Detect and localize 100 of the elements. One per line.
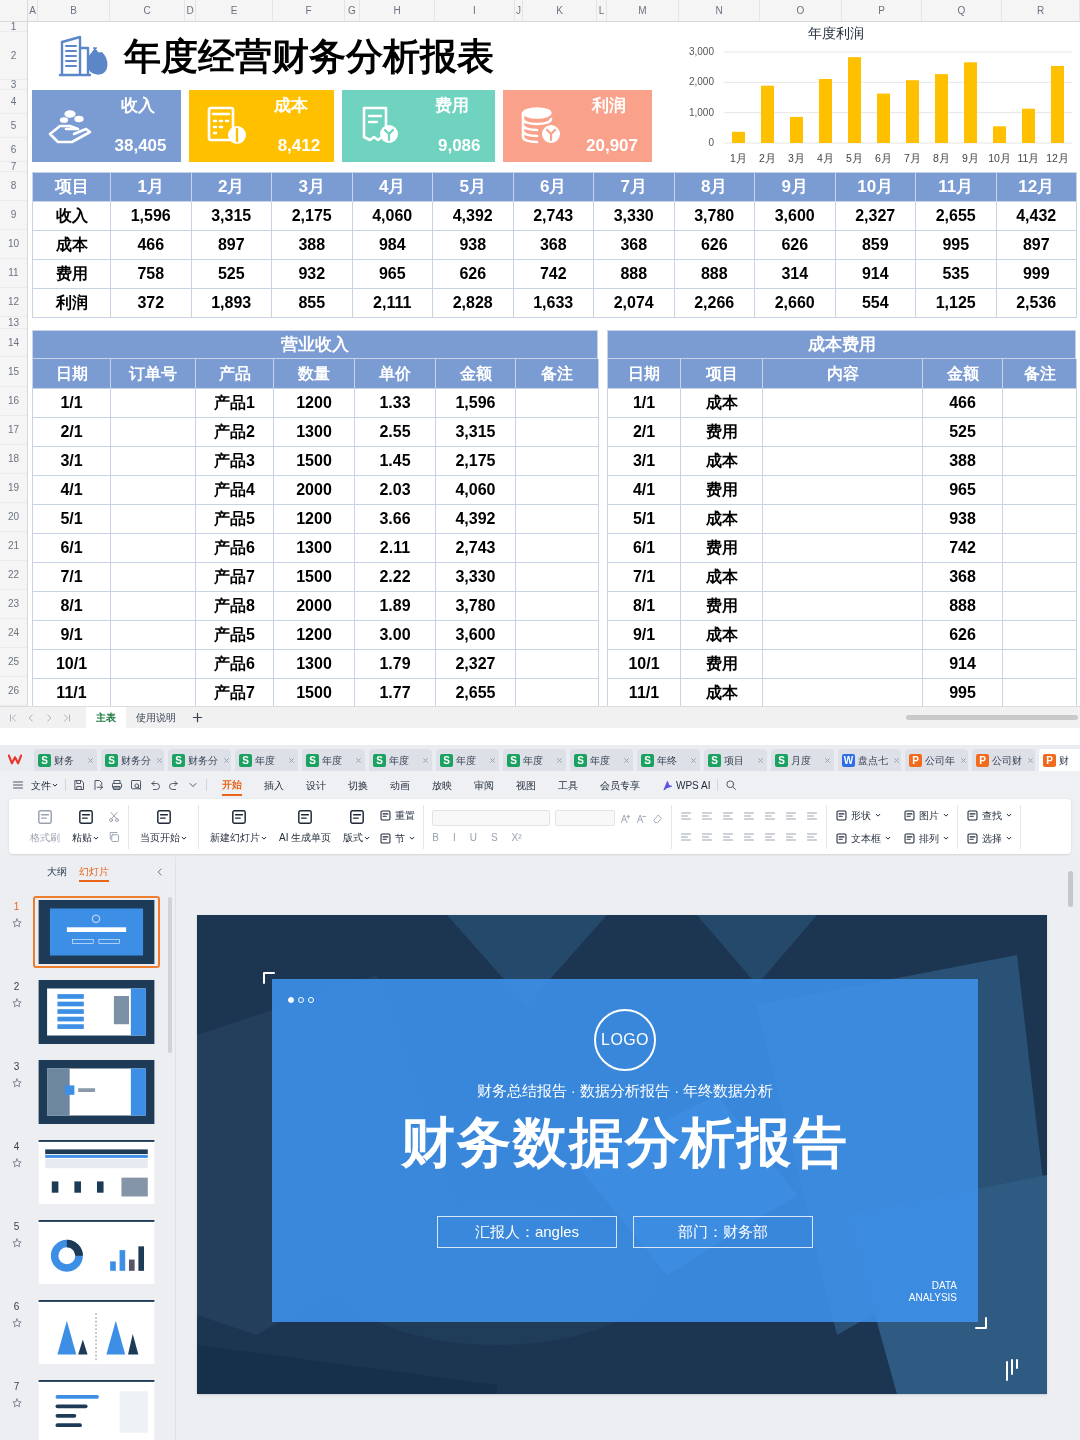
close-icon[interactable]: [557, 757, 562, 763]
ribbon-button[interactable]: 排列: [903, 830, 950, 846]
row-number[interactable]: 6: [0, 138, 27, 162]
close-icon[interactable]: [758, 757, 763, 763]
save-icon[interactable]: [73, 779, 85, 791]
last-sheet-icon[interactable]: [62, 712, 72, 723]
ribbon-tab[interactable]: 开始: [222, 774, 242, 796]
close-icon[interactable]: [1028, 757, 1033, 763]
ribbon-tab[interactable]: 视图: [516, 774, 536, 796]
row-number[interactable]: 7: [0, 162, 27, 172]
row-number[interactable]: 11: [0, 259, 27, 288]
close-icon[interactable]: [490, 757, 495, 763]
ribbon-tab[interactable]: 工具: [558, 774, 578, 796]
row-number[interactable]: 9: [0, 201, 27, 230]
column-header[interactable]: H: [360, 0, 435, 21]
panel-tab[interactable]: 幻灯片: [78, 864, 109, 882]
document-tab[interactable]: S 项目: [704, 749, 767, 771]
grow-font-icon[interactable]: [620, 812, 632, 824]
file-menu[interactable]: 文件: [31, 777, 58, 793]
first-sheet-icon[interactable]: [8, 712, 18, 723]
document-tab[interactable]: W 盘点七: [838, 749, 901, 771]
column-header[interactable]: N: [679, 0, 760, 21]
column-header[interactable]: A: [28, 0, 38, 21]
redo-icon[interactable]: [168, 779, 180, 791]
close-icon[interactable]: [289, 757, 294, 763]
column-header[interactable]: O: [760, 0, 842, 21]
ribbon-tab[interactable]: WPS AI: [662, 774, 711, 796]
close-icon[interactable]: [157, 757, 162, 763]
close-icon[interactable]: [356, 757, 361, 763]
ribbon-tab[interactable]: 切换: [348, 774, 368, 796]
ribbon-button[interactable]: 选择: [966, 830, 1013, 846]
sheet-tab[interactable]: 主表: [86, 707, 126, 728]
ribbon-button[interactable]: 版式: [340, 808, 374, 845]
close-icon[interactable]: [224, 757, 229, 763]
search-icon[interactable]: [725, 779, 738, 791]
row-number[interactable]: 5: [0, 114, 27, 138]
column-header[interactable]: R: [1002, 0, 1080, 21]
ribbon-button[interactable]: 重置: [379, 807, 416, 823]
menu-icon[interactable]: [12, 779, 24, 791]
column-header[interactable]: E: [196, 0, 273, 21]
column-header[interactable]: F: [273, 0, 345, 21]
ribbon-button[interactable]: 形状: [835, 807, 892, 823]
scrollbar[interactable]: [906, 715, 1078, 720]
row-number[interactable]: 2: [0, 32, 27, 80]
scrollbar[interactable]: [1068, 871, 1073, 907]
row-number[interactable]: 16: [0, 387, 27, 416]
document-tab[interactable]: S 财务: [34, 749, 97, 771]
ribbon-button[interactable]: 节: [379, 830, 416, 846]
preview-icon[interactable]: [130, 779, 142, 791]
row-number[interactable]: 21: [0, 532, 27, 561]
ribbon-button[interactable]: 粘贴: [69, 808, 102, 845]
document-tab[interactable]: S 年度: [570, 749, 633, 771]
ribbon-tab[interactable]: 设计: [306, 774, 326, 796]
ribbon-tab[interactable]: 审阅: [474, 774, 494, 796]
document-tab[interactable]: S 年度: [436, 749, 499, 771]
print-icon[interactable]: [111, 779, 123, 791]
row-number[interactable]: 24: [0, 619, 27, 648]
column-header[interactable]: M: [607, 0, 679, 21]
row-number[interactable]: 15: [0, 357, 27, 387]
column-header[interactable]: D: [185, 0, 196, 21]
row-number[interactable]: 18: [0, 445, 27, 474]
ribbon-tab[interactable]: 放映: [432, 774, 452, 796]
ribbon-tab[interactable]: 会员专享: [600, 774, 640, 796]
slide-thumbnail[interactable]: [33, 896, 160, 968]
document-tab[interactable]: P 财: [1039, 749, 1080, 771]
column-header[interactable]: C: [110, 0, 185, 21]
ribbon-button[interactable]: AI 生成单页: [276, 808, 335, 845]
app-logo-icon[interactable]: [8, 752, 22, 766]
scissors-icon[interactable]: [108, 810, 120, 823]
star-icon[interactable]: [11, 1318, 22, 1328]
row-number[interactable]: 20: [0, 503, 27, 532]
column-header[interactable]: Q: [922, 0, 1002, 21]
column-header[interactable]: I: [435, 0, 515, 21]
document-tab[interactable]: S 年度: [302, 749, 365, 771]
star-icon[interactable]: [11, 1078, 22, 1088]
close-icon[interactable]: [423, 757, 428, 763]
row-number[interactable]: 12: [0, 288, 27, 317]
column-header[interactable]: K: [523, 0, 597, 21]
row-number[interactable]: 23: [0, 590, 27, 619]
document-tab[interactable]: S 月度: [771, 749, 834, 771]
undo-icon[interactable]: [149, 779, 161, 791]
document-tab[interactable]: P 公司财: [972, 749, 1035, 771]
document-tab[interactable]: S 年度: [503, 749, 566, 771]
close-icon[interactable]: [825, 757, 830, 763]
row-number[interactable]: 22: [0, 561, 27, 590]
star-icon[interactable]: [11, 1158, 22, 1168]
star-icon[interactable]: [11, 998, 22, 1008]
column-header[interactable]: G: [345, 0, 360, 21]
document-tab[interactable]: S 年终: [637, 749, 700, 771]
ribbon-button[interactable]: 文本框: [835, 830, 892, 846]
document-tab[interactable]: S 财务分: [101, 749, 164, 771]
row-number[interactable]: 3: [0, 80, 27, 90]
row-number[interactable]: 17: [0, 416, 27, 445]
row-number[interactable]: 25: [0, 648, 27, 677]
document-tab[interactable]: S 年度: [369, 749, 432, 771]
eraser-icon[interactable]: [652, 812, 664, 824]
ribbon-tab[interactable]: 插入: [264, 774, 284, 796]
document-tab[interactable]: S 年度: [235, 749, 298, 771]
star-icon[interactable]: [11, 1238, 22, 1248]
column-header[interactable]: J: [515, 0, 523, 21]
